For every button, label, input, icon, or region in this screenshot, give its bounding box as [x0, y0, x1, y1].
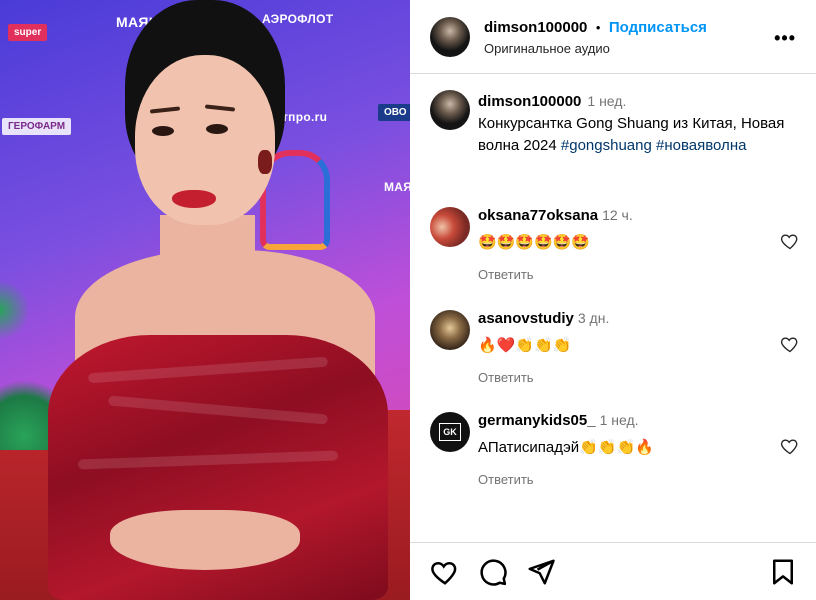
commenter-username[interactable]: asanovstudiy	[478, 310, 574, 327]
like-heart-icon[interactable]	[430, 557, 460, 587]
follow-button[interactable]: Подписаться	[609, 19, 707, 36]
reply-button[interactable]: Ответить	[478, 267, 534, 282]
post-header: dimson100000 • Подписаться Оригинальное …	[410, 0, 816, 74]
comment-body: asanovstudiy 3 дн. 🔥❤️👏👏👏 Ответить	[478, 310, 758, 387]
woman-neck	[160, 215, 255, 285]
sponsor-logo: МАЯК	[384, 180, 410, 194]
separator-dot: •	[595, 20, 601, 35]
like-comment-heart-icon[interactable]	[780, 231, 800, 251]
more-options-icon[interactable]: •••	[774, 28, 796, 49]
earring	[258, 150, 272, 174]
caption-avatar[interactable]	[430, 90, 470, 130]
reply-button[interactable]: Ответить	[478, 370, 534, 385]
sponsor-logo: ГЕРОФАРМ	[2, 118, 72, 135]
comment-item: GK germanykids05_ 1 нед. АПатисипадэй👏👏👏🔥…	[430, 412, 800, 492]
commenter-username[interactable]: germanykids05_	[478, 412, 596, 429]
like-comment-heart-icon[interactable]	[780, 436, 800, 456]
plant-decoration	[0, 280, 30, 340]
sponsor-logo: super	[8, 24, 48, 41]
commenter-avatar[interactable]	[430, 207, 470, 247]
comment-body: oksana77oksana 12 ч. 🤩🤩🤩🤩🤩🤩 Ответить	[478, 207, 758, 284]
commenter-username[interactable]: oksana77oksana	[478, 207, 598, 224]
author-username[interactable]: dimson100000	[484, 19, 587, 36]
hashtag-link[interactable]: #gongshuang	[561, 137, 652, 154]
comment-text: АПатисипадэй👏👏👏🔥	[478, 439, 654, 456]
avatar-logo-text: GK	[439, 423, 461, 441]
comment-time[interactable]: 1 нед.	[600, 412, 639, 428]
share-paper-plane-icon[interactable]	[526, 557, 556, 587]
eye	[152, 126, 174, 136]
like-comment-heart-icon[interactable]	[780, 334, 800, 354]
dress-fold	[77, 450, 339, 470]
dress-fold	[87, 356, 329, 384]
reply-button[interactable]: Ответить	[478, 472, 534, 487]
caption-username[interactable]: dimson100000	[478, 93, 581, 110]
woman-hands	[110, 510, 300, 570]
post-actions-bar	[410, 542, 816, 600]
sponsor-logo: ОВО	[378, 104, 410, 121]
red-lips	[172, 190, 216, 208]
comment-time[interactable]: 12 ч.	[602, 207, 633, 223]
eye	[206, 124, 228, 134]
sponsor-logo: тпро.ru	[282, 110, 328, 124]
sponsor-logo: АЭРОФЛОТ	[262, 12, 334, 26]
commenter-avatar[interactable]	[430, 310, 470, 350]
post-media[interactable]: super ГЕРОФАРМ АЭРОФЛОТ МАЯК ОВО тпро.ru…	[0, 0, 410, 600]
caption-time[interactable]: 1 нед.	[587, 93, 626, 109]
post-panel: dimson100000 • Подписаться Оригинальное …	[410, 0, 816, 600]
comment-bubble-icon[interactable]	[478, 557, 508, 587]
dress-fold	[107, 395, 329, 425]
comment-item: asanovstudiy 3 дн. 🔥❤️👏👏👏 Ответить	[430, 310, 800, 390]
audio-link[interactable]: Оригинальное аудио	[484, 41, 610, 56]
comment-item: oksana77oksana 12 ч. 🤩🤩🤩🤩🤩🤩 Ответить	[430, 207, 800, 287]
commenter-avatar[interactable]: GK	[430, 412, 470, 452]
comment-body: germanykids05_ 1 нед. АПатисипадэй👏👏👏🔥 От…	[478, 412, 758, 489]
comment-time[interactable]: 3 дн.	[578, 310, 609, 326]
hashtag-link[interactable]: #новаяволна	[656, 137, 746, 154]
author-avatar[interactable]	[430, 17, 470, 57]
comment-text: 🤩🤩🤩🤩🤩🤩	[478, 234, 591, 251]
caption-body: dimson100000 1 нед. Конкурсантка Gong Shu…	[478, 90, 798, 157]
comment-text: 🔥❤️👏👏👏	[478, 337, 572, 354]
save-bookmark-icon[interactable]	[768, 557, 798, 587]
